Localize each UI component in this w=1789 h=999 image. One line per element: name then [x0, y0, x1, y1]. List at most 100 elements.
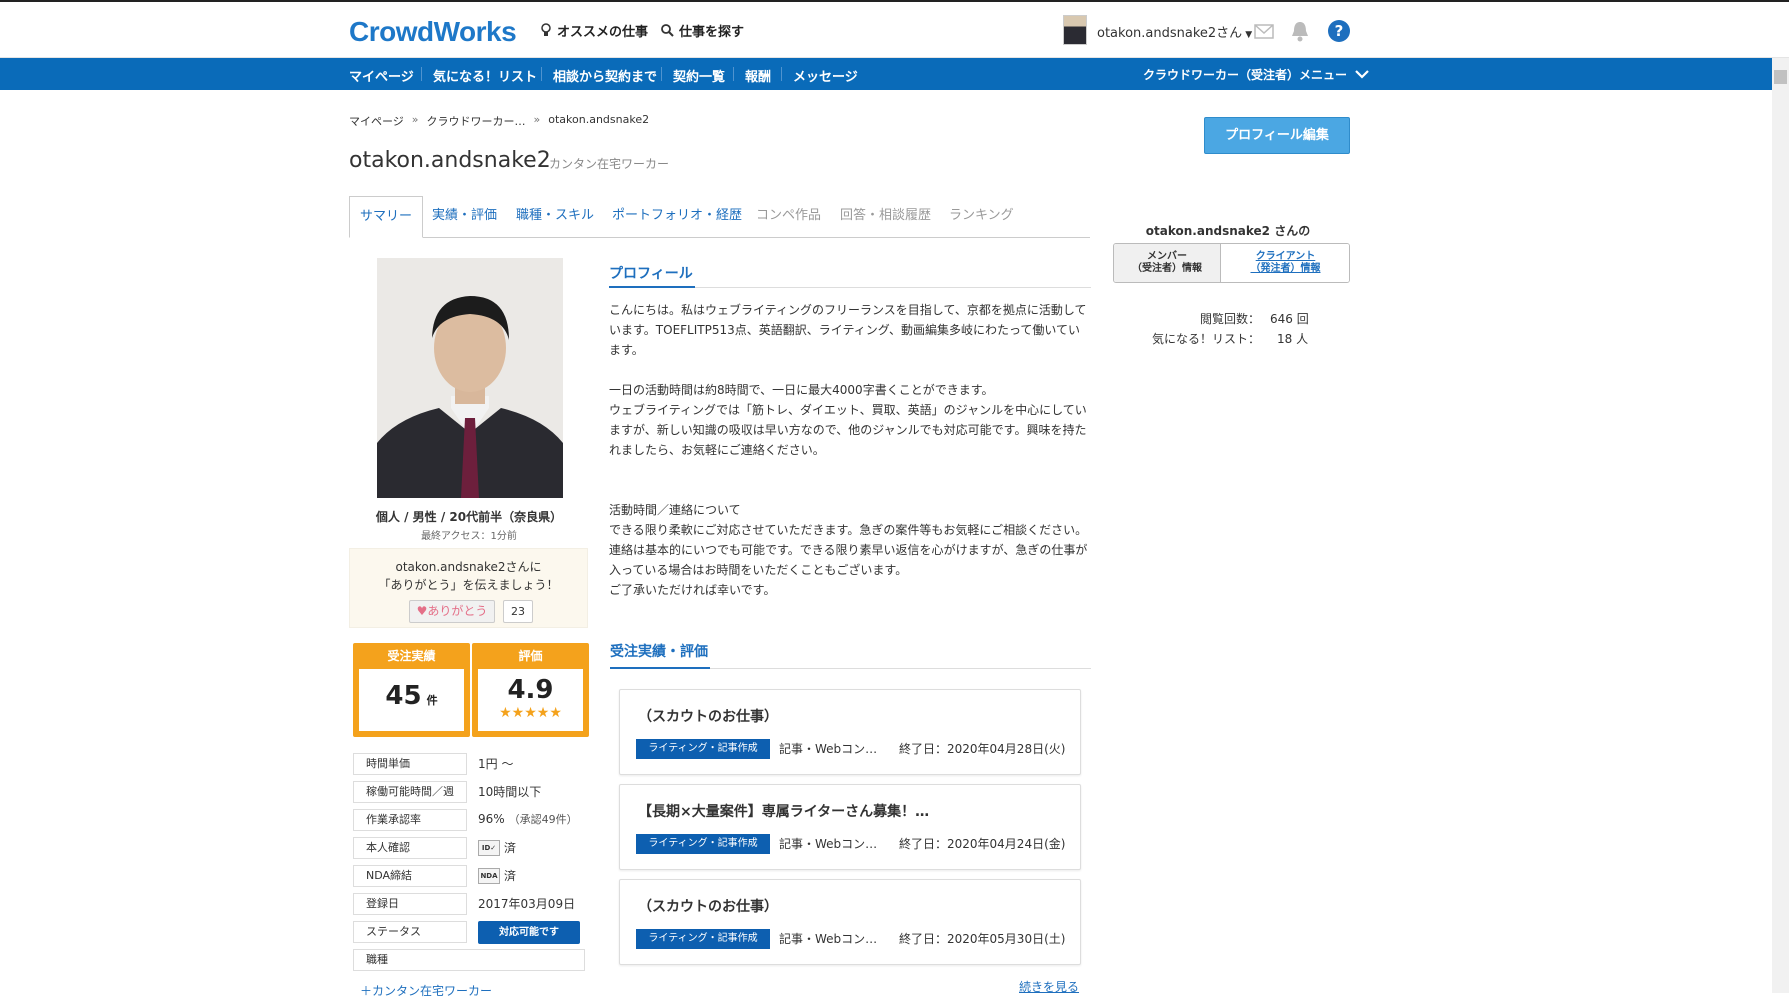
breadcrumb-separator: » [411, 113, 419, 126]
profile-photo [377, 258, 563, 498]
tab-skills[interactable]: 職種・スキル [516, 196, 594, 238]
nav-divider [781, 67, 782, 81]
info-row-status: ステータス 対応可能です [353, 921, 585, 944]
orders-stat-card[interactable]: 受注実績 45 件 [353, 643, 470, 737]
main-nav: マイページ 気になる！リスト 相談から契約まで 契約一覧 報酬 メッセージ クラ… [0, 58, 1789, 90]
crowdworks-logo[interactable]: CrowdWorks [349, 16, 517, 48]
job-title[interactable]: （スカウトのお仕事） [638, 896, 778, 916]
profile-paragraph-activity: 一日の活動時間は約8時間で、一日に最大4000字書くことができます。 ウェブライ… [609, 383, 1087, 457]
worker-menu-dropdown[interactable]: クラウドワーカー（受注者）メニュー [1143, 66, 1369, 83]
orders-heading: 受注実績・評価 [610, 644, 708, 660]
job-subcategory: 記事・Webコン… [779, 837, 878, 851]
thanks-panel: otakon.andsnake2さんに 「ありがとう」を伝えましょう！ ♥ありが… [349, 548, 588, 628]
orders-unit: 件 [426, 694, 438, 707]
top-header: CrowdWorks オススメの仕事 仕事を探す otakon.andsnake… [0, 0, 1789, 58]
thanks-button[interactable]: ♥ありがとう [409, 600, 495, 623]
watchlist-value: 18 人 [1277, 332, 1309, 346]
breadcrumb: マイページ » クラウドワーカー… » otakon.andsnake2 [349, 113, 649, 129]
job-title[interactable]: 【長期×大量案件】専属ライターさん募集！… [638, 801, 929, 821]
rank-link[interactable]: ＋カンタン在宅ワーカー [360, 982, 492, 999]
tab-portfolio[interactable]: ポートフォリオ・経歴 [612, 196, 742, 238]
username-label: otakon.andsnake2さん [1097, 26, 1243, 41]
job-end-date: 終了日：2020年05月30日(土) [899, 932, 1066, 946]
identity-status: 済 [504, 841, 517, 855]
orders-count: 45 [385, 681, 422, 711]
info-label: 時間単価 [353, 753, 467, 775]
nav-divider [541, 67, 542, 81]
user-avatar[interactable] [1063, 15, 1087, 45]
breadcrumb-mypage[interactable]: マイページ [349, 113, 404, 129]
nav-earnings[interactable]: 報酬 [745, 66, 771, 85]
views-label: 閲覧回数： [1200, 312, 1261, 326]
approval-rate-value: 96% [478, 812, 505, 826]
lightbulb-icon [541, 23, 551, 36]
job-card[interactable]: 【長期×大量案件】専属ライターさん募集！… ライティング・記事作成 記事・Web… [619, 784, 1081, 870]
info-row-nda: NDA締結 NDA 済 [353, 865, 585, 887]
tab-achievements[interactable]: 実績・評価 [432, 196, 497, 238]
tab-answers[interactable]: 回答・相談履歴 [840, 196, 931, 238]
info-label: 登録日 [353, 893, 467, 915]
rating-stars: ★★★★★ [478, 705, 583, 721]
nda-status: 済 [504, 869, 517, 883]
nav-contracts[interactable]: 契約一覧 [673, 66, 725, 85]
breadcrumb-separator: » [533, 113, 541, 126]
user-menu[interactable]: otakon.andsnake2さん ▼ [1097, 22, 1252, 41]
nav-messages[interactable]: メッセージ [793, 66, 858, 85]
nav-watchlist[interactable]: 気になる！リスト [433, 66, 537, 85]
rating-stat-body: 4.9 ★★★★★ [478, 669, 583, 731]
job-end-date: 終了日：2020年04月24日(金) [899, 837, 1066, 851]
section-underline [609, 286, 695, 288]
info-value: 1円 ～ [478, 755, 513, 772]
hourly-rate-value: 1円 ～ [478, 757, 514, 771]
tab-ranking[interactable]: ランキング [949, 196, 1014, 238]
available-hours-value: 10時間以下 [478, 785, 542, 799]
nav-consult-to-contract[interactable]: 相談から契約まで [553, 66, 657, 85]
profile-paragraph-intro: こんにちは。私はウェブライティングのフリーランスを目指して、京都を拠点に活動して… [609, 303, 1087, 357]
search-icon [661, 24, 674, 37]
scrollbar[interactable] [1772, 58, 1789, 993]
profile-tabs: サマリー 実績・評価 職種・スキル ポートフォリオ・経歴 コンペ作品 回答・相談… [349, 196, 1090, 238]
tab-summary[interactable]: サマリー [349, 196, 424, 238]
info-row-identity: 本人確認 ID✓ 済 [353, 837, 585, 859]
tab-competition[interactable]: コンペ作品 [756, 196, 821, 238]
star-icon: ★ [549, 705, 562, 721]
info-row-job-type: 職種 [353, 949, 585, 971]
recommended-jobs-label: オススメの仕事 [557, 25, 649, 40]
orders-stat-body: 45 件 [359, 669, 464, 731]
caret-down-icon: ▼ [1245, 30, 1253, 40]
sidebar-heading: otakon.andsnake2 さんの [1145, 224, 1311, 238]
rating-stat-card[interactable]: 評価 4.9 ★★★★★ [472, 643, 589, 737]
edit-profile-button[interactable]: プロフィール編集 [1204, 117, 1350, 154]
recommended-jobs-link[interactable]: オススメの仕事 [540, 21, 648, 40]
scrollbar-thumb[interactable] [1774, 70, 1787, 84]
registered-date: 2017年03月09日 [478, 897, 576, 911]
mail-icon[interactable] [1254, 24, 1274, 39]
breadcrumb-crowdworker[interactable]: クラウドワーカー… [427, 113, 526, 129]
star-icon: ★ [524, 705, 537, 721]
job-card[interactable]: （スカウトのお仕事） ライティング・記事作成 記事・Webコン… 終了日：202… [619, 689, 1081, 775]
info-value: ID✓ 済 [478, 839, 516, 856]
more-reviews-link[interactable]: 続きを見る [1019, 978, 1079, 995]
user-rank-label: カンタン在宅ワーカー [549, 157, 670, 171]
member-info-toggle[interactable]: メンバー （受注者）情報 [1114, 244, 1221, 282]
info-label: 作業承認率 [353, 809, 467, 831]
client-info-toggle[interactable]: クライアント （発注者）情報 [1221, 244, 1349, 282]
id-verified-icon: ID✓ [478, 839, 500, 856]
profile-heading: プロフィール [609, 266, 693, 282]
nav-mypage[interactable]: マイページ [349, 66, 414, 85]
job-category-tag: ライティング・記事作成 [636, 929, 770, 949]
job-title[interactable]: （スカウトのお仕事） [638, 706, 778, 726]
help-icon[interactable]: ? [1328, 20, 1350, 42]
last-access-time: 最終アクセス：1分前 [421, 531, 517, 542]
views-value: 646 回 [1270, 312, 1309, 326]
find-jobs-label: 仕事を探す [679, 25, 745, 40]
job-card[interactable]: （スカウトのお仕事） ライティング・記事作成 記事・Webコン… 終了日：202… [619, 879, 1081, 965]
bell-icon[interactable] [1290, 20, 1310, 42]
chevron-down-icon [1355, 70, 1369, 79]
info-label: ステータス [353, 921, 467, 943]
find-jobs-link[interactable]: 仕事を探す [661, 21, 744, 40]
job-subcategory: 記事・Webコン… [779, 742, 878, 756]
job-subcategory: 記事・Webコン… [779, 932, 878, 946]
user-demographics: 個人 / 男性 / 20代前半（奈良県） [375, 510, 563, 524]
info-label: 本人確認 [353, 837, 467, 859]
